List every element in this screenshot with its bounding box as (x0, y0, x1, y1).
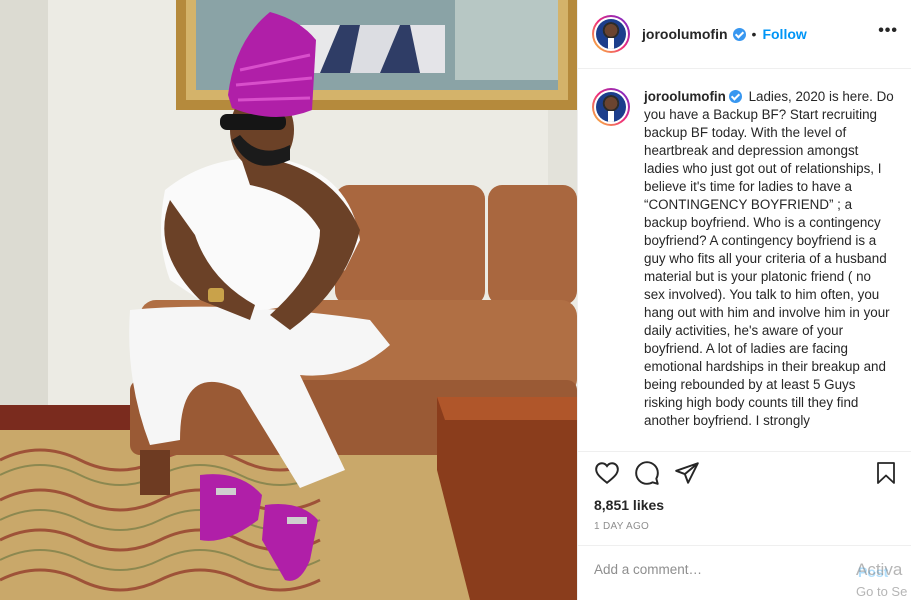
caption-username[interactable]: joroolumofin (644, 89, 726, 104)
post-photo[interactable] (0, 0, 577, 600)
verified-badge-icon (732, 27, 746, 41)
post-details-panel: joroolumofin • Follow ••• joroolumofin L… (577, 0, 911, 600)
avatar-image (596, 19, 626, 49)
comment-box: Post (578, 545, 911, 600)
heart-icon[interactable] (594, 460, 620, 486)
caption-avatar[interactable] (592, 88, 630, 126)
post-image (0, 0, 577, 600)
avatar-ring (594, 17, 628, 51)
avatar[interactable] (592, 15, 630, 53)
bookmark-icon[interactable] (874, 460, 898, 486)
caption-text: joroolumofin Ladies, 2020 is here. Do yo… (644, 88, 894, 430)
verified-badge-icon (728, 90, 742, 103)
more-options-icon[interactable]: ••• (878, 22, 898, 40)
post-comment-button[interactable]: Post (858, 564, 888, 580)
comment-input[interactable] (594, 562, 824, 577)
avatar-ring (594, 90, 628, 124)
comment-icon[interactable] (634, 460, 660, 486)
post-header: joroolumofin • Follow ••• (578, 0, 911, 69)
action-icons (590, 460, 900, 490)
caption-row: joroolumofin Ladies, 2020 is here. Do yo… (592, 88, 898, 430)
caption-body: Ladies, 2020 is here. Do you have a Back… (644, 89, 894, 428)
post-timestamp[interactable]: 1 DAY AGO (594, 521, 649, 532)
avatar-image (596, 92, 626, 122)
share-icon[interactable] (674, 460, 700, 486)
follow-button[interactable]: Follow (762, 26, 806, 42)
caption-area: joroolumofin Ladies, 2020 is here. Do yo… (578, 70, 911, 450)
separator-dot: • (751, 26, 757, 42)
header-username[interactable]: joroolumofin (642, 26, 728, 42)
likes-count[interactable]: 8,851 likes (594, 497, 664, 513)
